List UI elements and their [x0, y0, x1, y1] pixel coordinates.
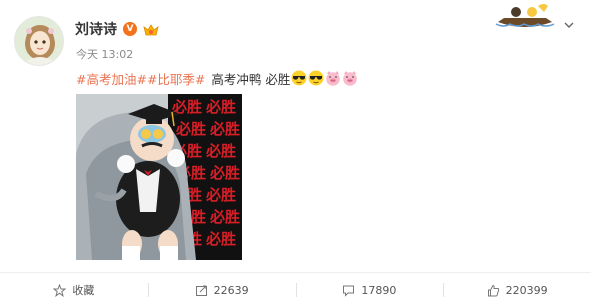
chevron-down-icon[interactable] — [563, 16, 575, 28]
user-info-row: 刘诗诗 V — [75, 19, 159, 39]
comment-icon — [342, 284, 355, 297]
favorite-button[interactable]: 收藏 — [0, 273, 148, 306]
sign-text-12: 必胜 — [209, 208, 240, 226]
like-button[interactable]: 220399 — [443, 273, 591, 306]
post-photo[interactable]: 必胜 必胜 必胜 必胜 必胜 必胜 必胜 必胜 必胜 必胜 必胜 必胜 必胜 必… — [76, 94, 242, 260]
topic-link-2[interactable]: #比耶季# — [147, 69, 205, 88]
verified-badge: V — [123, 22, 137, 36]
post-timestamp[interactable]: 今天 13:02 — [76, 46, 133, 62]
sunglasses-emoji-icon — [308, 70, 324, 86]
like-count: 220399 — [505, 283, 548, 297]
sign-text-3: 必胜 — [175, 120, 206, 138]
post-text: #高考加油# #比耶季# 高考冲鸭 必胜 — [76, 68, 358, 88]
comment-button[interactable]: 17890 — [295, 273, 444, 306]
pig-emoji-icon — [325, 70, 341, 86]
username[interactable]: 刘诗诗 — [75, 19, 117, 39]
sign-text-14: 必胜 — [205, 230, 236, 248]
weibo-post-card: 刘诗诗 V 今天 13:02 #高考加油# #比耶季# 高考冲鸭 必胜 必胜 必… — [0, 0, 591, 306]
favorite-label: 收藏 — [72, 284, 95, 297]
star-icon — [53, 283, 67, 297]
pig-emoji-icon — [342, 70, 358, 86]
avatar[interactable] — [14, 16, 64, 66]
crown-icon — [143, 22, 159, 36]
sign-text-10: 必胜 — [205, 186, 236, 204]
comment-count: 17890 — [361, 283, 397, 297]
sign-text-8: 必胜 — [209, 164, 240, 182]
repost-button[interactable]: 22639 — [147, 273, 296, 306]
action-bar: 收藏 22639 17890 220399 — [0, 272, 591, 306]
repost-count: 22639 — [213, 283, 249, 297]
sign-text-6: 必胜 — [205, 142, 236, 160]
thumbs-up-icon — [487, 284, 500, 297]
repost-icon — [195, 284, 208, 297]
sunglasses-emoji-icon — [291, 70, 307, 86]
sign-text-4: 必胜 — [209, 120, 240, 138]
post-body-text: 高考冲鸭 必胜 — [211, 71, 291, 87]
sign-text-2: 必胜 — [205, 98, 236, 116]
boat-decoration-icon — [494, 2, 556, 30]
topic-link-1[interactable]: #高考加油# — [76, 69, 147, 88]
